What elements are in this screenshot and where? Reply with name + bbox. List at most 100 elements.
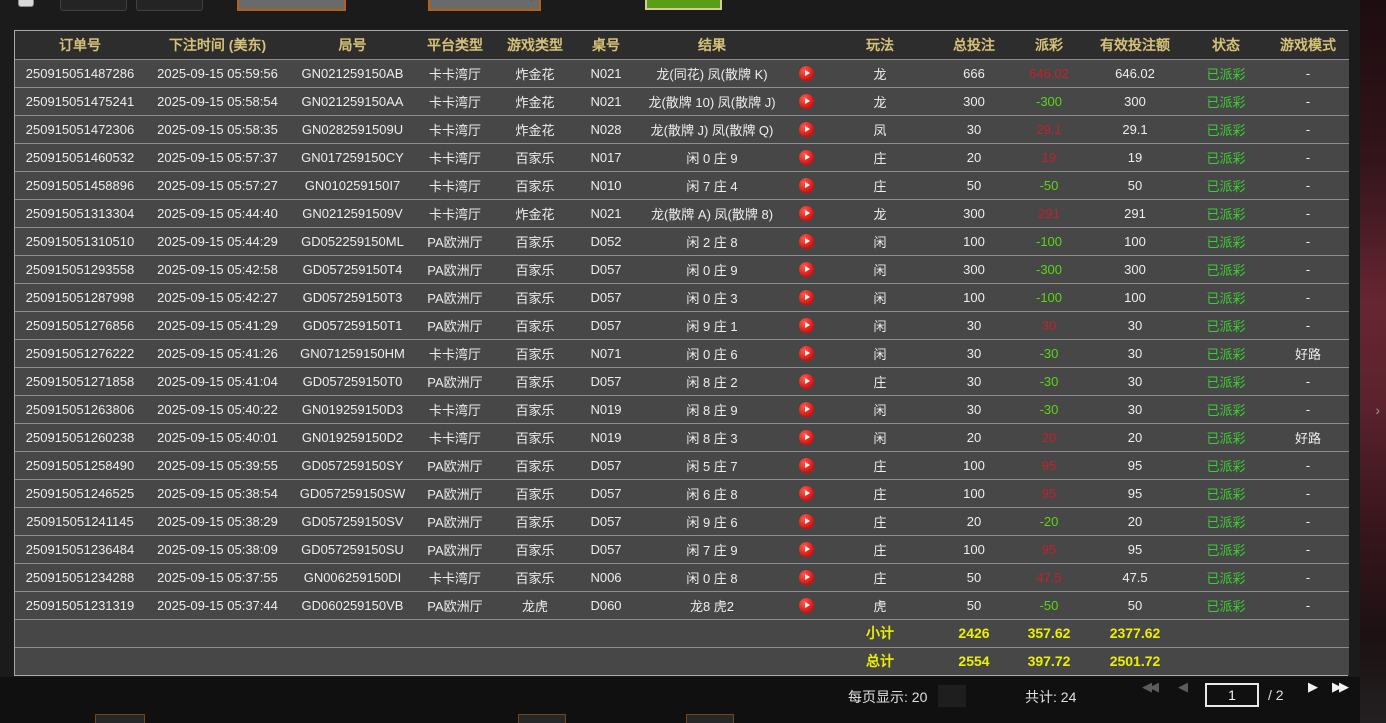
cell-table-number: N019: [575, 423, 637, 451]
next-page-icon[interactable]: ▶: [1308, 679, 1315, 695]
cell-round-number: GD057259150SV: [290, 507, 415, 535]
replay-button[interactable]: [787, 311, 825, 339]
page-size-dropdown[interactable]: [938, 685, 966, 707]
cell-table-number: N021: [575, 59, 637, 87]
replay-button[interactable]: [787, 563, 825, 591]
replay-button[interactable]: [787, 535, 825, 563]
col-platform-type: 平台类型: [415, 31, 495, 59]
cell-platform-type: 卡卡湾厅: [415, 395, 495, 423]
replay-button[interactable]: [787, 227, 825, 255]
filter-dropdown-1[interactable]: ▾: [237, 0, 346, 11]
cell-table-number: D057: [575, 535, 637, 563]
replay-button[interactable]: [787, 395, 825, 423]
play-icon[interactable]: [799, 486, 814, 501]
cell-status: 已派彩: [1185, 339, 1267, 367]
cell-result: 闲 0 庄 9: [637, 255, 787, 283]
cell-game-type: 百家乐: [495, 451, 575, 479]
cell-table-number: D057: [575, 479, 637, 507]
filter-field-2[interactable]: [136, 0, 203, 11]
search-button[interactable]: [645, 0, 722, 10]
replay-button[interactable]: [787, 339, 825, 367]
replay-button[interactable]: [787, 507, 825, 535]
play-icon[interactable]: [799, 290, 814, 305]
play-icon[interactable]: [799, 94, 814, 109]
last-page-icon[interactable]: ▶▶: [1332, 679, 1346, 695]
cell-payout: 95: [1013, 535, 1085, 563]
cell-valid-bet: 50: [1085, 591, 1185, 619]
page-number-input[interactable]: [1205, 683, 1259, 707]
cell-play-method: 庄: [825, 535, 935, 563]
play-icon[interactable]: [799, 346, 814, 361]
cell-payout: -100: [1013, 283, 1085, 311]
play-icon[interactable]: [799, 318, 814, 333]
play-icon[interactable]: [799, 150, 814, 165]
cell-bet-time: 2025-09-15 05:38:54: [145, 479, 290, 507]
replay-button[interactable]: [787, 199, 825, 227]
replay-button[interactable]: [787, 367, 825, 395]
cell-round-number: GD057259150SY: [290, 451, 415, 479]
cell-game-type: 百家乐: [495, 395, 575, 423]
cell-round-number: GD057259150T3: [290, 283, 415, 311]
play-icon[interactable]: [799, 514, 814, 529]
cell-order-number: 250915051472306: [15, 115, 145, 143]
cell-play-method: 庄: [825, 479, 935, 507]
cell-round-number: GD057259150SU: [290, 535, 415, 563]
play-icon[interactable]: [799, 234, 814, 249]
cell-game-type: 百家乐: [495, 367, 575, 395]
cell-table-number: D057: [575, 283, 637, 311]
table-row: 2509150512342882025-09-15 05:37:55GN0062…: [15, 563, 1349, 591]
cell-status: 已派彩: [1185, 59, 1267, 87]
play-icon[interactable]: [799, 430, 814, 445]
play-icon[interactable]: [799, 178, 814, 193]
cell-status: 已派彩: [1185, 115, 1267, 143]
cell-valid-bet: 30: [1085, 311, 1185, 339]
cell-total-bet: 20: [935, 143, 1013, 171]
replay-button[interactable]: [787, 479, 825, 507]
play-icon[interactable]: [799, 402, 814, 417]
cell-play-method: 闲: [825, 283, 935, 311]
bet-records-panel: 订单号 下注时间 (美东) 局号 平台类型 游戏类型 桌号 结果 玩法 总投注 …: [14, 30, 1348, 676]
prev-page-icon[interactable]: ◀: [1178, 679, 1185, 695]
replay-button[interactable]: [787, 591, 825, 619]
cell-result: 闲 8 庄 3: [637, 423, 787, 451]
play-icon[interactable]: [799, 458, 814, 473]
cell-game-type: 百家乐: [495, 507, 575, 535]
replay-button[interactable]: [787, 87, 825, 115]
filter-dropdown-2[interactable]: ▾: [428, 0, 541, 11]
replay-button[interactable]: [787, 283, 825, 311]
first-page-icon[interactable]: ◀◀: [1142, 679, 1156, 695]
play-icon[interactable]: [799, 598, 814, 613]
replay-button[interactable]: [787, 255, 825, 283]
cell-order-number: 250915051234288: [15, 563, 145, 591]
total-count-label: 共计: 24: [1025, 687, 1076, 707]
replay-button[interactable]: [787, 451, 825, 479]
cell-game-type: 炸金花: [495, 199, 575, 227]
cell-bet-time: 2025-09-15 05:41:29: [145, 311, 290, 339]
cell-play-method: 闲: [825, 311, 935, 339]
play-icon[interactable]: [799, 374, 814, 389]
replay-button[interactable]: [787, 59, 825, 87]
cell-result: 闲 9 庄 6: [637, 507, 787, 535]
cell-bet-time: 2025-09-15 05:58:54: [145, 87, 290, 115]
replay-button[interactable]: [787, 171, 825, 199]
play-icon[interactable]: [799, 66, 814, 81]
replay-button[interactable]: [787, 423, 825, 451]
play-icon[interactable]: [799, 262, 814, 277]
play-icon[interactable]: [799, 542, 814, 557]
table-row: 2509150512602382025-09-15 05:40:01GN0192…: [15, 423, 1349, 451]
replay-button[interactable]: [787, 143, 825, 171]
table-row: 2509150514588962025-09-15 05:57:27GN0102…: [15, 171, 1349, 199]
chevron-down-icon: ▾: [529, 0, 533, 3]
play-icon[interactable]: [799, 206, 814, 221]
cell-round-number: GN019259150D3: [290, 395, 415, 423]
cell-game-mode: -: [1267, 171, 1349, 199]
cell-status: 已派彩: [1185, 591, 1267, 619]
filter-field-1[interactable]: [60, 0, 127, 11]
cell-payout: 29.1: [1013, 115, 1085, 143]
replay-button[interactable]: [787, 115, 825, 143]
play-icon[interactable]: [799, 122, 814, 137]
play-icon[interactable]: [799, 570, 814, 585]
select-all-checkbox[interactable]: [18, 0, 34, 7]
cell-play-method: 庄: [825, 367, 935, 395]
cell-valid-bet: 29.1: [1085, 115, 1185, 143]
